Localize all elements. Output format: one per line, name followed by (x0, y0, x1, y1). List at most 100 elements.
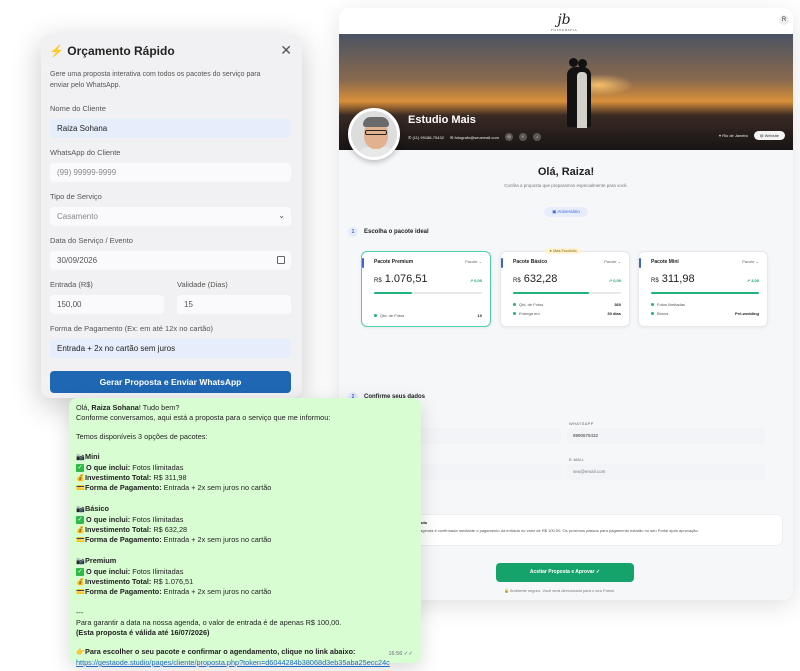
cta-line: 👉Para escolher o seu pacote e confirmar … (76, 647, 356, 657)
pointing-hand-icon: 👉 (76, 649, 85, 657)
entry-input[interactable]: 150,00 (50, 295, 164, 314)
client-name-input[interactable]: Raiza Sohana (50, 119, 291, 138)
client-name-label: Nome do Cliente (50, 104, 106, 113)
location-text: ⌖ Rio de Janeiro (718, 133, 748, 138)
validity-input[interactable]: 15 (177, 295, 291, 314)
money-bag-icon: 💰 (76, 578, 85, 586)
package-dropdown[interactable]: Pacote ⌄ (604, 259, 621, 264)
packages-row: Pacote Premium Pacote ⌄ R$ 1.076,51 ↗ 0,… (339, 237, 793, 327)
user-avatar-badge[interactable]: R (779, 15, 789, 25)
package-dropdown[interactable]: Pacote ⌄ (465, 259, 482, 264)
camera-icon: 📷 (76, 557, 85, 565)
package-trend: ↗ 3,00 (746, 278, 759, 283)
package-price: R$ 311,98 (651, 273, 695, 285)
website-button[interactable]: ◍ Website (754, 131, 785, 140)
whatsapp-message-bubble: Olá, Raiza Sohana! Tudo bem? Conforme co… (69, 398, 421, 667)
money-bag-icon: 💰 (76, 526, 85, 534)
package-includes: ✓ O que inclui: Fotos Ilimitadas (76, 462, 184, 472)
whatsapp-field[interactable]: 9990675432 (567, 428, 765, 444)
service-date-label: Data do Serviço / Evento (50, 236, 133, 245)
package-name: 📷Mini (76, 451, 100, 461)
money-bag-icon: 💰 (76, 474, 85, 482)
greeting-title: Olá, Raiza! (537, 166, 595, 178)
service-type-select[interactable]: Casamento ⌄ (50, 207, 291, 226)
calendar-icon[interactable] (277, 256, 285, 264)
package-bar (651, 292, 759, 294)
instagram-icon[interactable]: ◎ (504, 133, 513, 141)
payment-info-card: ada agenda é confirmada mediante o pagam… (411, 514, 783, 546)
payment-label: Forma de Pagamento (Ex: em até 12x no ca… (50, 324, 213, 333)
step-choose-package: 1 Escolha o pacote ideal (348, 227, 793, 237)
package-card-mini[interactable]: Pacote Mini Pacote ⌄ R$ 311,98 ↗ 3,00 Fo… (638, 251, 768, 327)
step-label: Escolha o pacote ideal (364, 229, 429, 235)
whatsapp-label: WhatsApp do Cliente (50, 148, 121, 157)
studio-contacts: ✆ (11) 99186-75432 ✉ fotografo@seuemail.… (408, 133, 541, 141)
package-feature: Qtd. de Fotos 360 (513, 302, 621, 307)
name-field[interactable] (411, 428, 561, 444)
package-total: 💰Investimento Total: R$ 311,98 (76, 472, 187, 482)
package-trend: ↗ 0,00 (608, 278, 621, 283)
tiktok-icon[interactable]: ♪ (532, 133, 541, 141)
check-icon: ✓ (76, 515, 84, 524)
client-topbar: jb FOTOGRAFIA R (339, 8, 793, 34)
service-date-input[interactable]: 30/09/2026 (50, 251, 291, 270)
package-price: R$ 632,28 (513, 273, 558, 285)
photographer-avatar (348, 108, 400, 160)
accept-proposal-button[interactable]: Aceitar Proposta e Aprovar ✓ (496, 563, 634, 582)
package-card-basico[interactable]: ★ Mais Escolhido Pacote Básico Pacote ⌄ … (500, 248, 630, 327)
step-number: 1 (348, 227, 358, 237)
message-line: Temos disponíveis 3 opções de pacotes: (76, 432, 208, 442)
package-card-premium[interactable]: Pacote Premium Pacote ⌄ R$ 1.076,51 ↗ 0,… (361, 251, 491, 327)
entry-note: Para garantir a data na nossa agenda, o … (76, 617, 342, 627)
modal-title: ⚡ Orçamento Rápido (49, 44, 175, 58)
package-trend: ↗ 0,00 (469, 278, 482, 283)
extra-field[interactable] (411, 464, 561, 480)
proposal-link-line: https://gestaode.studio/pages/cliente/pr… (76, 658, 414, 668)
package-feature: Qtd. de Fotos 10 (374, 313, 482, 318)
lightning-icon: ⚡ (49, 44, 64, 58)
check-icon: ✓ (76, 567, 84, 576)
proposal-link[interactable]: https://gestaode.studio/pages/cliente/pr… (76, 658, 390, 667)
generate-proposal-button[interactable]: Gerar Proposta e Enviar WhatsApp (50, 371, 291, 393)
card-icon: 💳 (76, 485, 85, 493)
camera-icon: 📷 (76, 505, 85, 513)
close-icon[interactable]: ✕ (280, 42, 292, 59)
package-price: R$ 1.076,51 (374, 273, 428, 285)
package-feature: Bônus Pré-wedding (651, 311, 759, 316)
couple-silhouette (567, 58, 593, 128)
camera-icon: 📷 (76, 453, 85, 461)
package-bar (513, 292, 621, 294)
stage: jb FOTOGRAFIA R Estudio Mais ✆ (11) 99186… (0, 0, 800, 671)
package-total: 💰Investimento Total: R$ 1.076,51 (76, 576, 194, 586)
message-line: Conforme conversamos, aqui está a propos… (76, 412, 331, 422)
message-time: 16:56 ✓✓ (388, 651, 413, 658)
card-icon: 💳 (76, 589, 85, 597)
package-title: Pacote Mini (651, 259, 679, 265)
package-includes: ✓ O que inclui: Fotos Ilimitadas (76, 566, 184, 576)
email-field[interactable]: seu@email.com (567, 464, 765, 480)
package-includes: ✓ O que inclui: Fotos Ilimitadas (76, 514, 184, 524)
facebook-icon[interactable]: f (518, 133, 527, 141)
whatsapp-input[interactable]: (99) 99999-9999 (50, 163, 291, 182)
package-dropdown[interactable]: Pacote ⌄ (742, 259, 759, 264)
package-payment: 💳Forma de Pagamento: Entrada + 2x sem ju… (76, 587, 272, 597)
message-greeting: Olá, Raiza Sohana! Tudo bem? (76, 403, 180, 412)
quick-quote-modal: ⚡ Orçamento Rápido ✕ Gere uma proposta i… (41, 34, 302, 398)
package-feature: Fotos Ilimitadas (651, 302, 759, 307)
info-text: agenda é confirmada mediante o pagamento… (420, 528, 699, 533)
package-feature: Entrega em 30 dias (513, 311, 621, 316)
package-payment: 💳Forma de Pagamento: Entrada + 2x sem ju… (76, 483, 272, 493)
check-icon: ✓ (76, 463, 84, 472)
package-payment: 💳Forma de Pagamento: Entrada + 2x sem ju… (76, 535, 272, 545)
hero-banner: Estudio Mais ✆ (11) 99186-75432 ✉ fotogr… (339, 34, 793, 150)
service-type-label: Tipo de Serviço (50, 192, 102, 201)
package-total: 💰Investimento Total: R$ 632,28 (76, 524, 188, 534)
card-icon: 💳 (76, 537, 85, 545)
studio-logo[interactable]: jb FOTOGRAFIA (547, 11, 581, 32)
studio-name: Estudio Mais (408, 114, 476, 126)
package-title: Pacote Premium (374, 259, 414, 265)
payment-input[interactable]: Entrada + 2x no cartão sem juros (50, 339, 291, 358)
chevron-down-icon: ⌄ (278, 211, 285, 220)
hero-right: ⌖ Rio de Janeiro ◍ Website (719, 131, 785, 140)
best-choice-badge: ★ Mais Escolhido (545, 248, 581, 254)
